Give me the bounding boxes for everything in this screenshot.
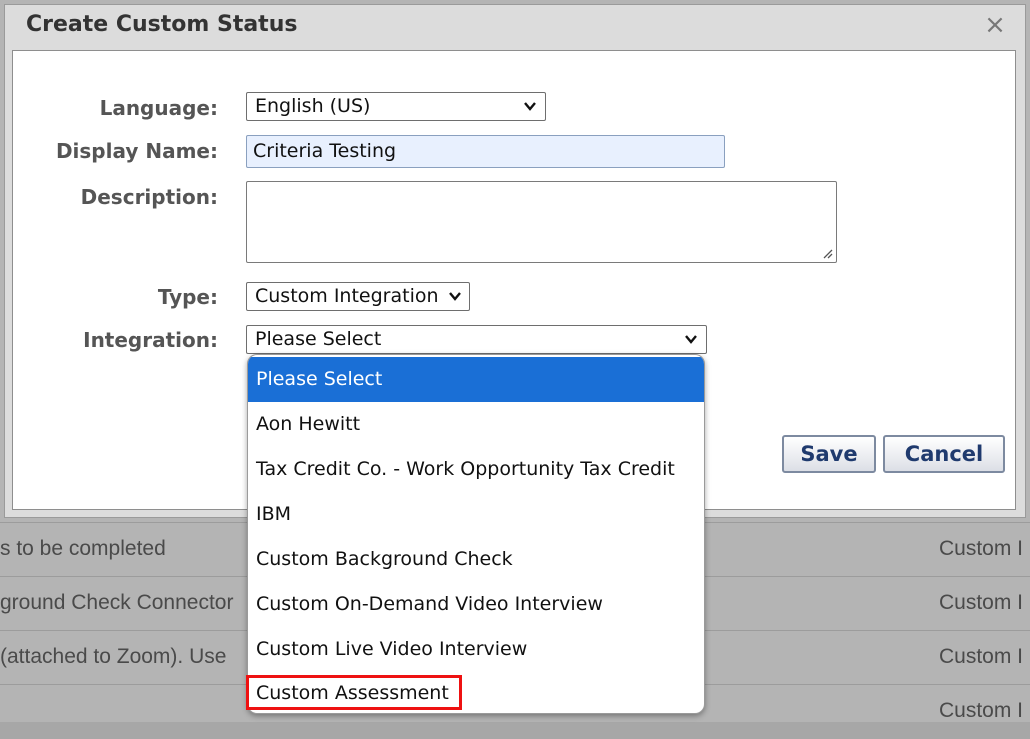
language-label: Language:	[99, 96, 218, 120]
save-button[interactable]: Save	[782, 435, 876, 473]
cancel-button[interactable]: Cancel	[883, 435, 1005, 473]
dropdown-option-custom-assessment[interactable]: Custom Assessment	[248, 671, 704, 713]
dropdown-option-custom-on-demand-video-interview[interactable]: Custom On-Demand Video Interview	[248, 582, 704, 627]
language-select-value: English (US)	[255, 95, 371, 117]
dialog-title: Create Custom Status	[26, 12, 298, 37]
chevron-down-icon	[524, 102, 536, 111]
dropdown-option-please-select[interactable]: Please Select	[248, 357, 704, 402]
background-row-text: s to be completed	[0, 537, 166, 560]
background-row-type: Custom I	[939, 537, 1024, 560]
resize-grip-icon[interactable]	[821, 247, 833, 259]
integration-dropdown-list: Please Select Aon Hewitt Tax Credit Co. …	[247, 354, 705, 714]
display-name-field[interactable]: Criteria Testing	[246, 135, 725, 168]
background-row-text: ground Check Connector	[0, 591, 234, 614]
integration-select-value: Please Select	[255, 328, 382, 350]
chevron-down-icon	[685, 335, 697, 344]
type-label: Type:	[157, 285, 218, 309]
type-select[interactable]: Custom Integration	[246, 282, 470, 311]
dropdown-option-tax-credit-co[interactable]: Tax Credit Co. - Work Opportunity Tax Cr…	[248, 447, 704, 492]
background-row-type: Custom I	[939, 645, 1024, 668]
integration-select[interactable]: Please Select	[246, 325, 707, 354]
dropdown-option-ibm[interactable]: IBM	[248, 492, 704, 537]
display-name-label: Display Name:	[55, 139, 218, 163]
close-icon[interactable]: ×	[983, 12, 1007, 38]
type-select-value: Custom Integration	[255, 285, 439, 307]
description-label: Description:	[80, 185, 218, 209]
language-select[interactable]: English (US)	[246, 92, 546, 121]
description-textarea[interactable]	[246, 181, 837, 263]
dialog-titlebar: Create Custom Status ×	[5, 5, 1025, 49]
dropdown-option-custom-live-video-interview[interactable]: Custom Live Video Interview	[248, 627, 704, 672]
dropdown-option-custom-background-check[interactable]: Custom Background Check	[248, 537, 704, 582]
background-row-type: Custom I	[939, 591, 1024, 614]
background-row-text: (attached to Zoom). Use	[0, 645, 227, 668]
integration-label: Integration:	[83, 328, 218, 352]
chevron-down-icon	[449, 292, 461, 301]
dropdown-option-aon-hewitt[interactable]: Aon Hewitt	[248, 402, 704, 447]
background-row-type: Custom I	[939, 699, 1024, 722]
